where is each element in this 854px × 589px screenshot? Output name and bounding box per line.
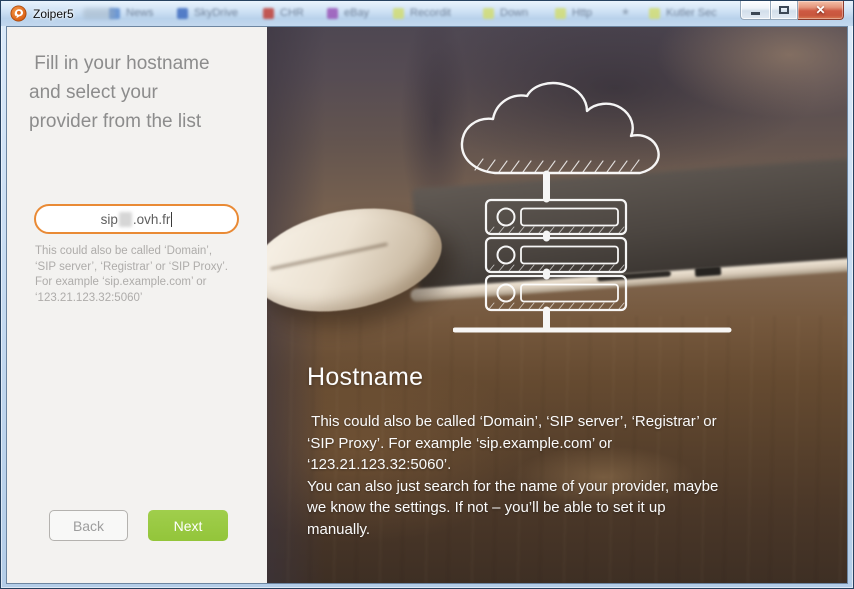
minimize-button[interactable]: [740, 1, 770, 20]
bookmark-favicon: [263, 8, 274, 19]
bookmark-label: SkyDrive: [194, 7, 238, 19]
back-button[interactable]: Back: [49, 510, 128, 541]
redacted-segment: [119, 212, 132, 227]
wizard-content: Fill in your hostname and select your pr…: [6, 26, 848, 584]
hostname-value-suffix: .ovh.fr: [133, 212, 171, 227]
window-title: Zoiper5: [33, 7, 74, 21]
bookmark-favicon: [555, 8, 566, 19]
next-button[interactable]: Next: [148, 510, 228, 541]
hostname-input[interactable]: sip .ovh.fr: [34, 204, 239, 234]
background-smudge: [83, 8, 115, 19]
bookmark-favicon: [649, 8, 660, 19]
bookmark-label: Recordit: [410, 7, 451, 19]
maximize-icon: [779, 6, 789, 14]
hostname-helper-text: This could also be called ‘Domain’, ‘SIP…: [35, 244, 245, 306]
hostname-info-block: Hostname This could also be called ‘Doma…: [307, 363, 812, 540]
hostname-section-title: Hostname: [307, 363, 812, 392]
titlebar[interactable]: News SkyDrive CHR eBay Recordit Down Http ★ Kutl…: [1, 1, 853, 26]
zoiper-logo-icon: [10, 5, 27, 22]
hostname-description: This could also be called ‘Domain’, ‘SIP…: [307, 411, 812, 540]
background-bookmark: Down: [483, 7, 528, 19]
bookmark-favicon: [393, 8, 404, 19]
close-icon: ✕: [815, 4, 825, 16]
background-bookmarks-strip: News SkyDrive CHR eBay Recordit Down Http ★ Kutl…: [1, 1, 853, 26]
background-bookmark: Kutler Sec: [649, 7, 717, 19]
text-caret: [171, 212, 172, 227]
window-controls: ✕: [740, 1, 844, 20]
right-panel: Hostname This could also be called ‘Doma…: [267, 27, 847, 583]
background-bookmark: Recordit: [393, 7, 451, 19]
bookmark-label: Down: [500, 7, 528, 19]
bookmark-label: eBay: [344, 7, 369, 19]
background-bookmark: News: [109, 7, 154, 19]
title-group: Zoiper5: [10, 5, 74, 22]
bookmark-favicon: [483, 8, 494, 19]
close-button[interactable]: ✕: [798, 1, 844, 20]
bookmark-label: CHR: [280, 7, 304, 19]
cloud-server-illustration-icon: [453, 81, 733, 373]
hostname-value-prefix: sip: [101, 212, 118, 227]
bookmark-label: Http: [572, 7, 592, 19]
minimize-icon: [751, 12, 760, 15]
wizard-heading: Fill in your hostname and select your pr…: [29, 49, 255, 136]
bookmark-label: Kutler Sec: [666, 7, 717, 19]
bookmark-favicon: [327, 8, 338, 19]
background-bookmark: CHR: [263, 7, 304, 19]
background-bookmark: ★: [621, 7, 630, 18]
left-panel: Fill in your hostname and select your pr…: [7, 27, 267, 583]
zoiper-window: News SkyDrive CHR eBay Recordit Down Http ★ Kutl…: [0, 0, 854, 589]
bookmark-favicon: [177, 8, 188, 19]
wizard-buttons: Back Next: [7, 510, 267, 541]
bookmark-label: News: [126, 7, 154, 19]
background-bookmark: SkyDrive: [177, 7, 238, 19]
bookmark-star-icon: ★: [621, 7, 630, 18]
maximize-button[interactable]: [770, 1, 798, 20]
background-bookmark: Http: [555, 7, 592, 19]
background-bookmark: eBay: [327, 7, 369, 19]
